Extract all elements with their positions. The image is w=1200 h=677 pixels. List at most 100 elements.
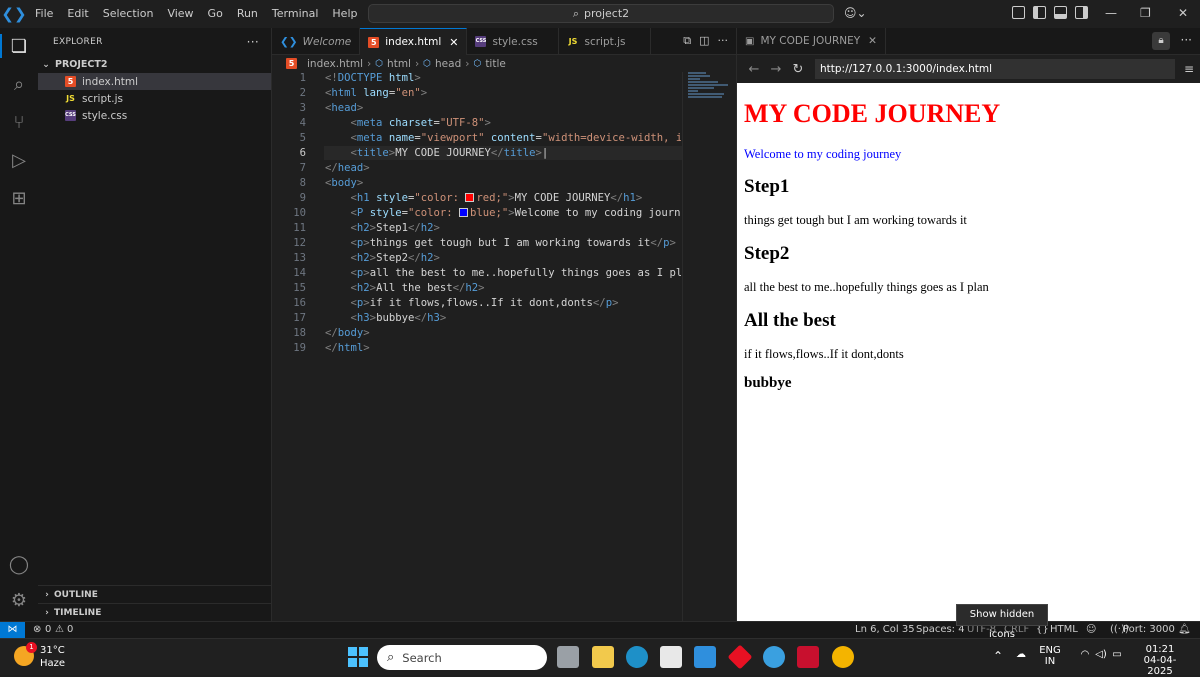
warnings-count[interactable]: 0 (67, 622, 73, 638)
tab-preview[interactable]: ▣ MY CODE JOURNEY ✕ (737, 27, 886, 55)
restore-icon[interactable]: ❐ (1140, 6, 1151, 20)
open-preview-icon[interactable]: ⧉ (683, 34, 691, 48)
clock[interactable]: 01:21 04-04-2025 (1132, 644, 1188, 677)
line-number: 14 (293, 267, 306, 279)
toggle-panel-icon[interactable] (1054, 6, 1067, 19)
weather-widget[interactable]: 1 31°C Haze (14, 642, 65, 670)
chevron-up-icon[interactable]: ⌃ (991, 649, 1005, 663)
chevron-right-icon: › (45, 589, 49, 600)
notifications-icon[interactable]: 🔔︎ (1178, 622, 1191, 638)
code-line: </body> (325, 327, 370, 339)
vscode-taskbar-icon[interactable] (694, 646, 716, 668)
more-actions-icon[interactable]: ··· (718, 34, 729, 48)
breadcrumb-item[interactable]: html (387, 58, 411, 70)
copilot-icon[interactable]: ☺ (1086, 622, 1096, 638)
store-icon[interactable] (660, 646, 682, 668)
command-center[interactable]: ⌕ project2 (368, 4, 834, 23)
minimize-icon[interactable]: — (1105, 6, 1117, 20)
forward-arrow-icon[interactable]: → (765, 62, 787, 77)
menu-help[interactable]: Help (325, 0, 364, 28)
mcafee-icon[interactable] (797, 646, 819, 668)
onedrive-icon[interactable]: ☁ (1014, 649, 1028, 660)
file-item-style-css[interactable]: CSS style.css (38, 107, 271, 124)
breadcrumb-item[interactable]: index.html (307, 58, 363, 70)
code-area[interactable]: 1 2 3 4 5 6 7 8 9 10 11 12 13 14 15 16 1… (272, 72, 682, 621)
file-item-script-js[interactable]: JS script.js (38, 90, 271, 107)
menu-run[interactable]: Run (230, 0, 265, 28)
toggle-secondary-sidebar-icon[interactable] (1075, 6, 1088, 19)
explorer-header: EXPLORER ··· (38, 28, 271, 56)
timeline-label: TIMELINE (54, 607, 102, 618)
battery-icon[interactable]: ▭ (1110, 649, 1124, 660)
app-icon[interactable] (727, 644, 753, 670)
task-view-icon[interactable] (557, 646, 579, 668)
color-swatch[interactable] (465, 193, 475, 202)
code-line-current: <title>MY CODE JOURNEY</title>| (324, 146, 682, 160)
menu-edit[interactable]: Edit (60, 0, 95, 28)
language-mode[interactable]: HTML (1050, 622, 1078, 638)
customize-layout-icon[interactable] (1012, 6, 1025, 19)
edge-icon[interactable] (626, 646, 648, 668)
settings-gear-icon[interactable]: ⚙ (7, 588, 31, 612)
chevron-right-icon: › (465, 57, 470, 70)
back-arrow-icon[interactable]: ← (743, 62, 765, 77)
menu-go[interactable]: Go (201, 0, 230, 28)
outline-label: OUTLINE (54, 589, 98, 600)
project-folder[interactable]: ⌄ PROJECT2 (38, 56, 271, 73)
css-file-icon: CSS (65, 110, 76, 121)
tab-index-html[interactable]: 5 index.html ✕ (360, 28, 468, 55)
css-file-icon: CSS (475, 36, 487, 47)
volume-icon[interactable]: ◁) (1094, 649, 1108, 660)
extensions-icon[interactable]: ⊞ (7, 186, 31, 210)
color-swatch[interactable] (459, 208, 468, 217)
chrome-icon[interactable] (832, 646, 854, 668)
menu-view[interactable]: View (160, 0, 200, 28)
outline-section[interactable]: › OUTLINE (38, 585, 272, 603)
start-menu-icon[interactable] (347, 646, 369, 668)
url-input[interactable]: http://127.0.0.1:3000/index.html (815, 59, 1175, 79)
run-debug-icon[interactable]: ▷ (7, 148, 31, 172)
source-control-icon[interactable]: ⑂ (7, 110, 31, 134)
reload-icon[interactable]: ↻ (787, 62, 809, 77)
error-icon[interactable]: ⊗ (33, 622, 41, 638)
code-line: <h2>Step1</h2> (350, 222, 440, 234)
more-actions-icon[interactable]: ··· (1181, 33, 1192, 47)
taskbar-search[interactable]: ⌕ Search (377, 645, 547, 670)
close-window-icon[interactable]: ✕ (1178, 6, 1188, 20)
timeline-section[interactable]: › TIMELINE (38, 603, 272, 621)
more-actions-icon[interactable]: ··· (247, 35, 259, 49)
breadcrumb-item[interactable]: title (485, 58, 506, 70)
tab-style-css[interactable]: CSS style.css (467, 28, 560, 55)
close-icon[interactable]: ✕ (449, 36, 458, 49)
tab-script-js[interactable]: JS script.js (559, 28, 652, 55)
tab-welcome[interactable]: ❮❯ Welcome (272, 28, 361, 55)
split-editor-icon[interactable]: ◫ (699, 34, 709, 48)
app-icon[interactable] (763, 646, 785, 668)
toggle-primary-sidebar-icon[interactable] (1033, 6, 1046, 19)
menu-selection[interactable]: Selection (96, 0, 161, 28)
explorer-icon[interactable]: ❏ (7, 34, 31, 58)
file-explorer-icon[interactable] (592, 646, 614, 668)
page-intro: Welcome to my coding journey (744, 147, 902, 161)
menu-terminal[interactable]: Terminal (265, 0, 326, 28)
search-icon[interactable]: ⌕ (7, 72, 31, 96)
language-indicator[interactable]: ENG IN (1038, 645, 1062, 667)
live-server-port[interactable]: Port: 3000 (1123, 622, 1175, 638)
code-line: <h1 style="color: red;">MY CODE JOURNEY<… (350, 192, 643, 204)
menu-file[interactable]: File (28, 0, 60, 28)
lock-icon[interactable]: 🔒︎ (1152, 32, 1170, 50)
warning-icon[interactable]: ⚠ (55, 622, 64, 638)
cursor-position[interactable]: Ln 6, Col 35 (855, 622, 915, 638)
breadcrumb-item[interactable]: head (435, 58, 461, 70)
remote-icon[interactable]: ⋈ (0, 622, 25, 638)
js-file-icon: JS (568, 37, 578, 46)
problems-count[interactable]: 0 (45, 622, 51, 638)
copilot-icon[interactable]: ☺⌄ (844, 6, 867, 20)
file-item-index-html[interactable]: 5 index.html (38, 73, 271, 90)
minimap[interactable] (682, 72, 736, 621)
close-icon[interactable]: ✕ (868, 35, 877, 47)
menu-icon[interactable]: ≡ (1184, 62, 1194, 76)
account-icon[interactable]: ◯ (7, 552, 31, 576)
chevron-down-icon: ⌄ (42, 59, 50, 70)
wifi-icon[interactable]: ◠ (1078, 649, 1092, 660)
